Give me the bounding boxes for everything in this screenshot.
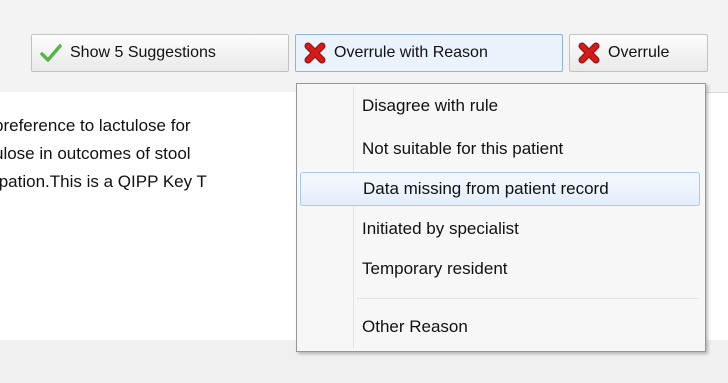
rule-description: preference to lactulose for ulose in out… (0, 92, 300, 340)
description-line: ulose in outcomes of stool (0, 144, 191, 163)
overrule-with-reason-label: Overrule with Reason (334, 44, 488, 61)
description-line: preference to lactulose for (0, 116, 191, 135)
red-x-icon (304, 42, 326, 64)
overrule-button[interactable]: Overrule (569, 34, 708, 72)
menu-item-initiated-by-specialist[interactable]: Initiated by specialist (300, 212, 700, 246)
menu-item-data-missing[interactable]: Data missing from patient record (300, 172, 700, 206)
menu-separator (357, 298, 699, 299)
show-suggestions-button[interactable]: Show 5 Suggestions (31, 34, 289, 72)
toolbar: Show 5 Suggestions Overrule with Reason … (0, 0, 728, 93)
menu-item-temporary-resident[interactable]: Temporary resident (300, 252, 700, 286)
menu-item-not-suitable[interactable]: Not suitable for this patient (300, 132, 700, 166)
overrule-reason-menu: Disagree with rule Not suitable for this… (296, 83, 706, 352)
menu-item-other-reason[interactable]: Other Reason (300, 310, 700, 344)
description-line: :pation.This is a QIPP Key T (0, 172, 207, 191)
check-icon (40, 42, 62, 64)
menu-item-disagree-with-rule[interactable]: Disagree with rule (300, 89, 700, 123)
overrule-label: Overrule (608, 44, 670, 61)
overrule-with-reason-button[interactable]: Overrule with Reason (295, 34, 563, 72)
red-x-icon (578, 42, 600, 64)
show-suggestions-label: Show 5 Suggestions (70, 44, 216, 61)
